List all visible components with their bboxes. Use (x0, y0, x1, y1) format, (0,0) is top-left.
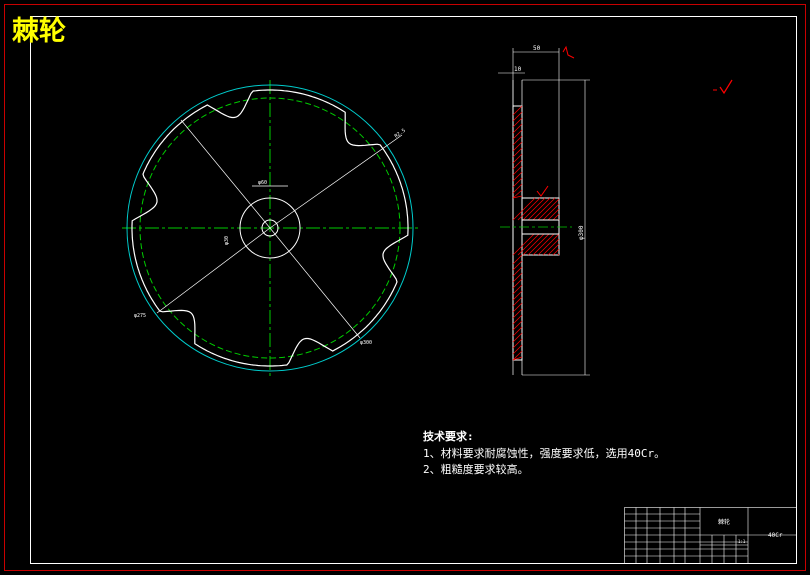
hatch-line (547, 208, 560, 221)
outer-border (4, 4, 806, 571)
dim-bore-label: φ30 (224, 236, 230, 245)
cad-drawing: 棘轮 φ60 φ30 R2.5 φ275 φ300 50 10 φ300 技术要… (4, 4, 806, 571)
leader-upper-left (180, 119, 271, 229)
front-view: φ60 φ30 R2.5 φ275 φ300 (122, 80, 418, 376)
inner-border (30, 16, 797, 564)
hatch-line (542, 203, 560, 221)
leader-tooth-radius (269, 134, 403, 229)
leader-root (156, 227, 271, 314)
title-block-scale: 1:1 (738, 539, 746, 544)
hatch-line (542, 238, 560, 256)
hatch-line (552, 248, 560, 256)
roughness-mark-top (562, 45, 575, 59)
side-hub (521, 197, 560, 256)
hatch-line (547, 243, 560, 256)
notes-line-2: 2、粗糙度要求较高。 (423, 462, 529, 476)
title-block-material: 40Cr (768, 532, 783, 539)
roughness-mark-hub (536, 185, 549, 197)
leader-tip (269, 227, 361, 339)
dim-root-label: φ275 (134, 313, 146, 319)
hatch-line (552, 213, 560, 221)
drawing-title: 棘轮 (12, 16, 66, 47)
hub-hatch (512, 197, 560, 256)
dim-plate-thickness-label: 10 (514, 66, 522, 73)
dim-hub-label: φ60 (258, 180, 267, 186)
general-roughness-mark (713, 79, 733, 95)
side-view: 50 10 φ300 (498, 45, 590, 376)
title-block-part-name: 棘轮 (718, 518, 730, 526)
notes-heading: 技术要求: (423, 429, 474, 443)
notes-line-1: 1、材料要求耐腐蚀性，强度要求低，选用40Cr。 (423, 446, 665, 460)
dim-side-diameter-label: φ300 (578, 225, 585, 240)
dim-hub-width-label: 50 (533, 45, 541, 52)
dim-tooth-radius-label: R2.5 (394, 128, 407, 140)
plate-hatch (512, 105, 523, 361)
dim-tip-label: φ300 (360, 340, 372, 346)
technical-notes: 技术要求: 1、材料要求耐腐蚀性，强度要求低，选用40Cr。 2、粗糙度要求较高… (423, 429, 665, 476)
